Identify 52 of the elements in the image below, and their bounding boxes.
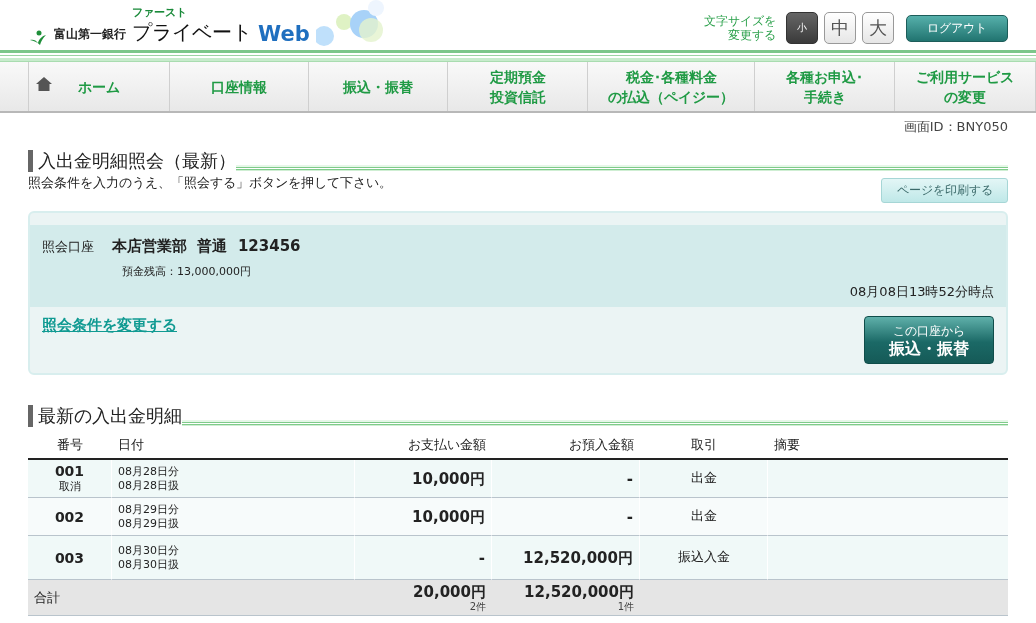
home-icon: [35, 76, 53, 92]
payment-amount: 10,000円: [412, 507, 485, 526]
account-label: 照会口座: [42, 237, 94, 256]
payment-total: 20,000円: [413, 583, 486, 601]
nav-item[interactable]: 口座情報: [168, 62, 308, 111]
nav-item[interactable]: 定期預金 投資信託: [447, 62, 588, 111]
instruction-text: 照会条件を入力のうえ、「照会する」ボタンを押して下さい。: [28, 175, 392, 192]
row-number: 003: [54, 549, 85, 566]
timestamp: 08月08日13時52分時点: [848, 283, 994, 301]
screen-id: 画面ID：BNY050: [902, 118, 1008, 136]
logout-button[interactable]: ログアウト: [906, 14, 1008, 42]
font-size-button[interactable]: 小: [786, 12, 818, 44]
deposit-amount: -: [626, 469, 633, 488]
nav-item[interactable]: ご利用サービス の変更: [894, 62, 1036, 111]
section-title: 最新の入出金明細: [37, 405, 182, 427]
date-text: 08月30日分: [118, 543, 179, 558]
product-suffix: Web: [258, 22, 310, 46]
date-text: 08月28日分: [118, 464, 179, 479]
product-name: プライベート: [132, 20, 252, 44]
date-text: 08月29日分: [118, 502, 179, 517]
transfer-button[interactable]: この口座から 振込・振替: [864, 316, 994, 364]
balance-text: 預金残高：13,000,000円: [122, 264, 252, 279]
payment-count: 2件: [469, 601, 486, 612]
font-size-label: 文字サイズを 変更する: [704, 14, 776, 42]
ruby-text: ファースト: [132, 5, 187, 20]
transaction-type: 振込入金: [677, 549, 730, 566]
payment-amount: 10,000円: [412, 469, 485, 488]
print-button[interactable]: ページを印刷する: [881, 178, 1008, 203]
nav-item[interactable]: 各種お申込･ 手続き: [754, 62, 895, 111]
nav-item[interactable]: ホーム: [28, 62, 169, 111]
deposit-count: 1件: [617, 601, 634, 612]
account-name: 本店営業部 普通 123456: [112, 237, 301, 256]
row-number: 001: [54, 463, 85, 479]
total-label: 合計: [34, 588, 60, 607]
change-conditions-link[interactable]: 照会条件を変更する: [42, 316, 177, 364]
deposit-amount: -: [626, 507, 633, 526]
transaction-type: 出金: [690, 470, 717, 487]
payment-amount: -: [478, 548, 485, 567]
row-number: 002: [54, 508, 85, 525]
date-text: 08月28日扱: [118, 478, 179, 493]
page-title: 入出金明細照会（最新）: [37, 150, 236, 172]
date-text: 08月29日扱: [118, 516, 179, 531]
nav-item[interactable]: 税金･各種料金 の払込（ペイジー）: [587, 62, 755, 111]
nav-item[interactable]: 振込・振替: [307, 62, 448, 111]
font-size-button[interactable]: 大: [862, 12, 894, 44]
font-size-button[interactable]: 中: [824, 12, 856, 44]
cancel-note: 取消: [58, 479, 81, 494]
deposit-total: 12,520,000円: [524, 583, 634, 601]
deposit-amount: 12,520,000円: [523, 548, 633, 567]
date-text: 08月30日扱: [118, 557, 179, 572]
bank-name: 富山第一銀行: [54, 26, 126, 43]
transaction-type: 出金: [690, 508, 717, 525]
